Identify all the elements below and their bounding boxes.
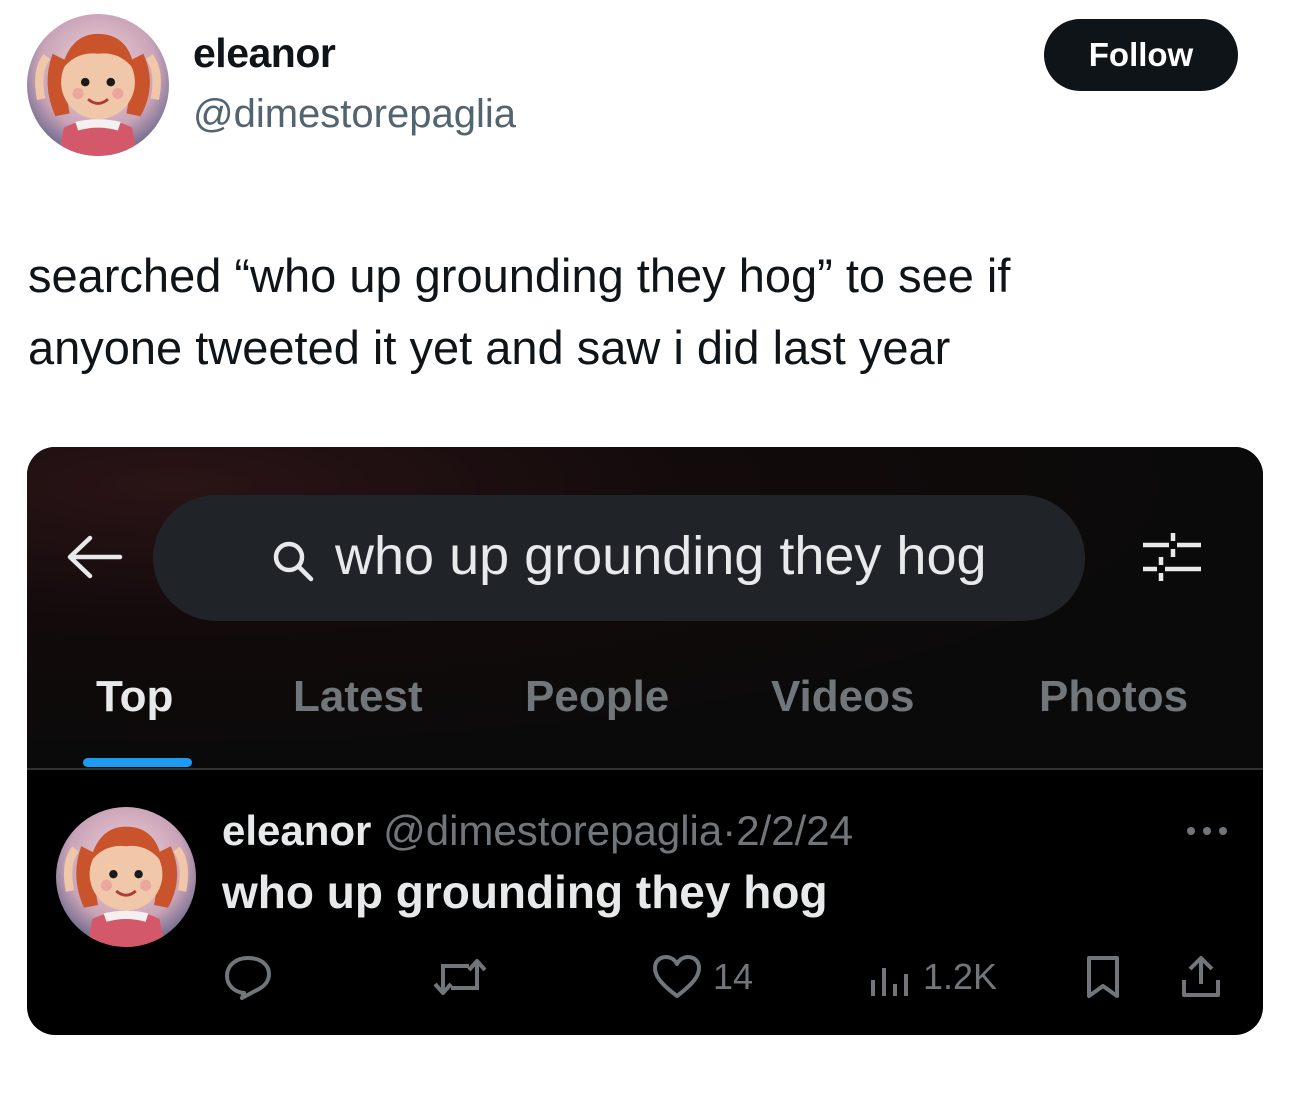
- result-separator: ·: [722, 807, 737, 854]
- search-query: who up grounding they hog: [335, 526, 987, 586]
- attached-screenshot[interactable]: who up grounding they hog Top Latest Peo…: [27, 447, 1263, 1035]
- doll-avatar-icon: [27, 14, 169, 156]
- views-chart-icon: [871, 968, 908, 996]
- bookmark-icon: [1087, 956, 1119, 998]
- tweet-text: searched “who up grounding they hog” to …: [28, 240, 1258, 384]
- tweet-text-line: searched “who up grounding they hog” to …: [28, 249, 1011, 302]
- result-date: 2/2/24: [736, 807, 853, 854]
- result-avatar: [56, 807, 196, 947]
- search-icon: [273, 541, 314, 582]
- heart-icon: [653, 955, 701, 998]
- filter-sliders-icon: [1143, 533, 1201, 581]
- active-tab-indicator: [83, 758, 192, 767]
- bookmark-action: [1083, 952, 1123, 1002]
- tweet-text-line: anyone tweeted it yet and saw i did last…: [28, 321, 951, 374]
- more-options-icon: [1187, 827, 1227, 835]
- result-display-name: eleanor: [222, 807, 372, 854]
- repost-icon: [433, 959, 487, 995]
- view-count: 1.2K: [923, 956, 998, 997]
- share-action: [1179, 952, 1223, 1002]
- result-handle: @dimestorepaglia: [383, 807, 723, 854]
- like-count: 14: [713, 956, 754, 997]
- result-header: eleanor @dimestorepaglia·2/2/24: [222, 807, 853, 855]
- tab-photos: Photos: [1039, 672, 1189, 721]
- repost-action: [429, 952, 491, 1002]
- tab-top: Top: [96, 672, 174, 721]
- author-avatar[interactable]: [27, 14, 169, 156]
- back-arrow-icon: [67, 535, 123, 579]
- views-action: 1.2K: [867, 952, 997, 1002]
- tab-people: People: [525, 672, 670, 721]
- result-text: who up grounding they hog: [222, 866, 828, 918]
- share-icon: [1182, 956, 1220, 997]
- author-handle[interactable]: @dimestorepaglia: [193, 92, 516, 137]
- like-action: 14: [651, 952, 753, 1002]
- follow-button[interactable]: Follow: [1044, 19, 1238, 91]
- tab-divider: [27, 768, 1263, 770]
- reply-action: [223, 952, 273, 1002]
- search-bar: who up grounding they hog: [153, 495, 1085, 621]
- author-display-name[interactable]: eleanor: [193, 30, 336, 77]
- tab-latest: Latest: [293, 672, 423, 721]
- reply-icon: [225, 956, 271, 1000]
- tab-videos: Videos: [771, 672, 915, 721]
- doll-avatar-icon: [56, 807, 196, 947]
